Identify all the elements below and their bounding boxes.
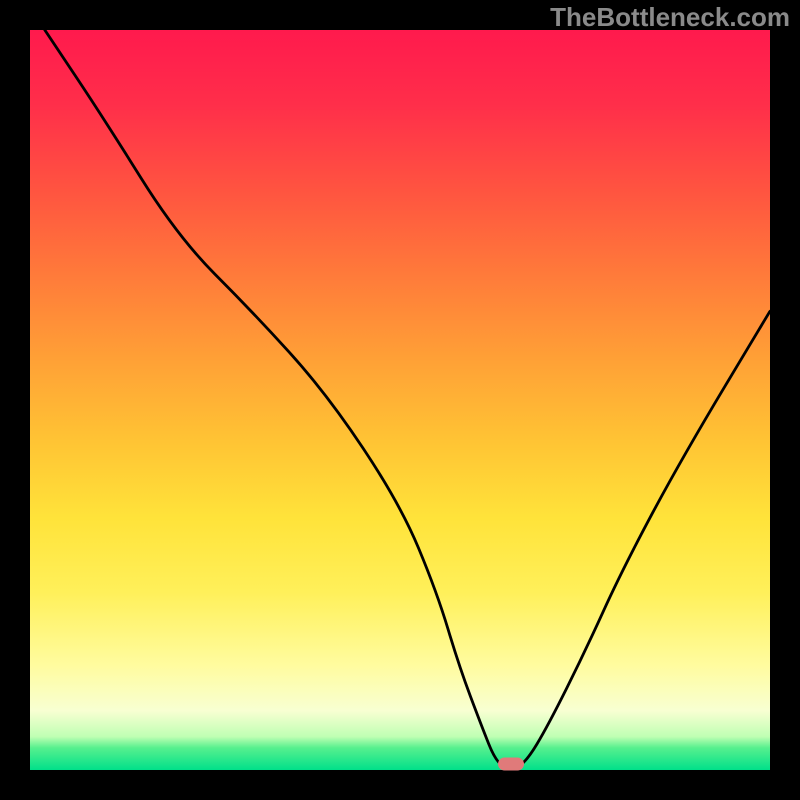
curve-path: [45, 30, 770, 768]
optimal-marker: [498, 758, 524, 771]
plot-area: [30, 30, 770, 770]
chart-frame: TheBottleneck.com: [0, 0, 800, 800]
bottleneck-curve: [30, 30, 770, 770]
watermark-text: TheBottleneck.com: [550, 2, 790, 33]
